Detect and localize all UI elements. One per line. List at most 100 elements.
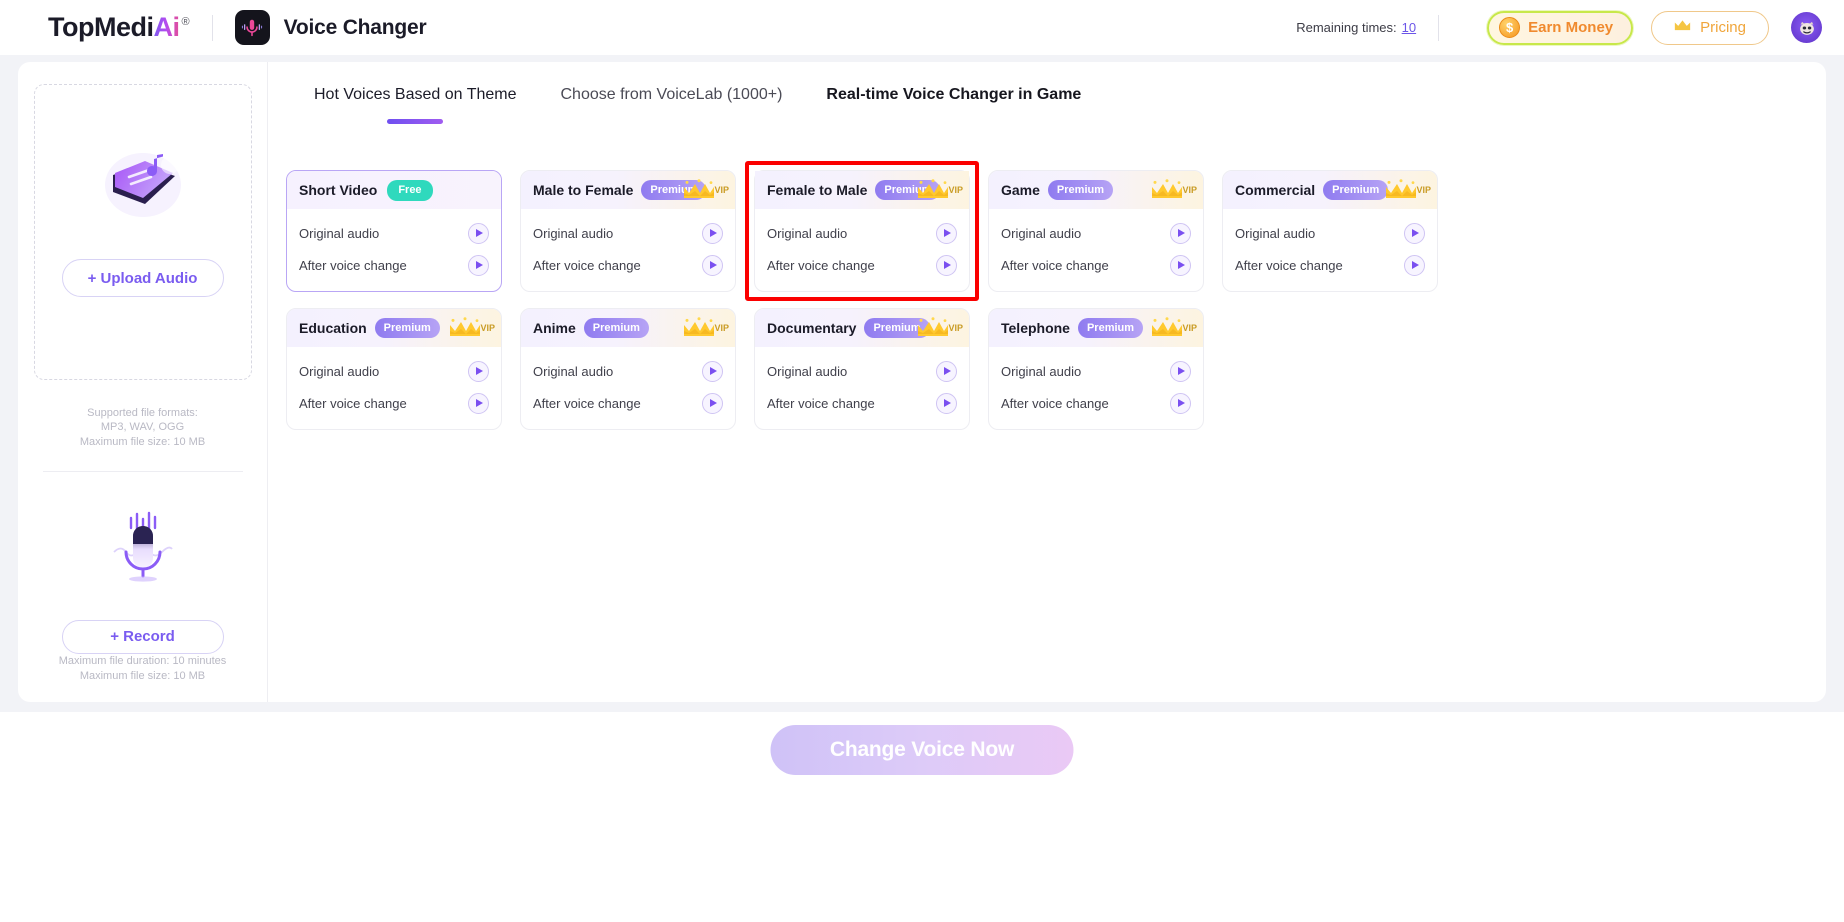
record-button[interactable]: + Record [61,619,224,655]
coin-icon: $ [1499,17,1521,38]
play-original-audio-button[interactable] [1170,360,1191,382]
play-original-audio-button[interactable] [468,222,489,244]
play-after-voice-change-button[interactable] [702,254,723,276]
crown-icon [684,317,715,336]
play-original-audio-button[interactable] [468,360,489,382]
play-original-audio-button[interactable] [1404,222,1425,244]
tab-real-time-voice-changer-in-game[interactable]: Real-time Voice Changer in Game [804,62,1103,104]
premium-badge: Premium [1323,180,1389,200]
play-after-voice-change-button[interactable] [468,392,489,414]
formats-line-1: Supported file formats: [87,407,198,420]
brand-logo-text: TopMediAi [48,12,180,42]
voice-card-header: Anime Premium VIP [521,309,735,347]
page-title: Voice Changer [283,15,427,39]
play-icon [476,367,483,375]
play-icon [1178,261,1185,269]
play-after-voice-change-button[interactable] [1170,254,1191,276]
voice-content-area: Hot Voices Based on Theme Choose from Voi… [268,62,1826,702]
pricing-button[interactable]: Pricing [1651,10,1769,45]
microphone-waveform-icon [100,506,186,592]
after-voice-change-row: After voice change [287,387,501,419]
main-panel: + Upload Audio Supported file formats: M… [18,62,1826,702]
play-after-voice-change-button[interactable] [468,254,489,276]
original-audio-row: Original audio [521,355,735,387]
voice-card-short-video[interactable]: Short Video Free Original audio After voice… [286,170,502,292]
voice-card-header: Game Premium VIP [989,171,1203,209]
voice-card-header: Documentary Premium VIP [755,309,969,347]
crown-icon [1386,179,1417,198]
voice-card-male-to-female[interactable]: Male to Female Premium VIP Original audio Af… [520,170,736,292]
vip-label: VIP [480,323,495,333]
play-icon [944,261,951,269]
voice-card-telephone[interactable]: Telephone Premium VIP Original audio After v… [988,308,1204,430]
voice-card-body: Original audio After voice change [989,347,1203,429]
header-actions: Remaining times: 10 $ Earn Money Pricing [1296,10,1822,45]
play-original-audio-button[interactable] [936,360,957,382]
play-after-voice-change-button[interactable] [936,392,957,414]
duration-line-2: Maximum file size: 10 MB [79,670,206,683]
voice-card-title: Telephone [1001,320,1070,336]
crown-icon [1152,179,1183,198]
voice-card-header: Female to Male Premium VIP [755,171,969,209]
upload-audio-button[interactable]: + Upload Audio [61,259,224,297]
remaining-times-value[interactable]: 10 [1402,20,1416,35]
play-after-voice-change-button[interactable] [1404,254,1425,276]
header-divider-2 [1438,14,1440,41]
brand-logo[interactable]: TopMediAi ® [48,14,190,41]
remaining-times-label: Remaining times: [1296,20,1397,35]
audio-dropzone[interactable]: + Upload Audio [33,84,252,381]
voice-card-title: Female to Male [767,182,868,198]
play-icon [944,229,951,237]
after-voice-change-label: After voice change [1001,395,1109,411]
tab-choose-from-voicelab-1000[interactable]: Choose from VoiceLab (1000+) [539,62,805,104]
vip-crown-badge: VIP [1150,179,1197,201]
voice-card-documentary[interactable]: Documentary Premium VIP Original audio After… [754,308,970,430]
voice-card-commercial[interactable]: Commercial Premium VIP Original audio After … [1222,170,1438,292]
voice-card-anime[interactable]: Anime Premium VIP Original audio After voice… [520,308,736,430]
brand-name-main: TopMedi [48,12,154,42]
play-original-audio-button[interactable] [702,222,723,244]
sidebar-divider [42,470,243,472]
play-after-voice-change-button[interactable] [1170,392,1191,414]
earn-money-button[interactable]: $ Earn Money [1487,10,1634,45]
voice-card-header: Telephone Premium VIP [989,309,1203,347]
voice-card-body: Original audio After voice change [755,209,969,291]
voice-card-female-to-male[interactable]: Female to Male Premium VIP Original audio Af… [745,161,979,301]
original-audio-row: Original audio [287,217,501,249]
play-icon [476,261,483,269]
top-header-bar: TopMediAi ® Voice Changer Remaining time… [0,0,1844,55]
upload-sidebar: + Upload Audio Supported file formats: M… [18,62,268,702]
after-voice-change-label: After voice change [299,257,407,273]
play-icon [710,261,717,269]
play-original-audio-button[interactable] [936,222,957,244]
voice-card-education[interactable]: Education Premium VIP Original audio After v… [286,308,502,430]
supported-formats-hint: Supported file formats: MP3, WAV, OGG Ma… [80,406,205,448]
vip-label: VIP [948,185,963,195]
tab-label: Choose from VoiceLab (1000+) [560,86,783,103]
voice-card-header: Short Video Free [287,171,501,209]
vip-crown-badge: VIP [916,179,963,201]
header-divider [211,14,213,41]
registered-mark: ® [181,16,190,28]
after-voice-change-label: After voice change [533,395,641,411]
premium-badge: Premium [583,318,649,338]
play-after-voice-change-button[interactable] [936,254,957,276]
vip-label: VIP [948,323,963,333]
vip-label: VIP [714,185,729,195]
after-voice-change-row: After voice change [1223,249,1437,281]
original-audio-label: Original audio [767,225,848,241]
voice-card-game[interactable]: Game Premium VIP Original audio After voice … [988,170,1204,292]
formats-line-3: Maximum file size: 10 MB [79,435,206,448]
original-audio-row: Original audio [989,217,1203,249]
tab-hot-voices-based-on-theme[interactable]: Hot Voices Based on Theme [292,62,539,124]
active-tab-indicator [387,119,444,124]
play-after-voice-change-button[interactable] [702,392,723,414]
after-voice-change-label: After voice change [533,257,641,273]
user-avatar[interactable] [1791,12,1822,43]
vip-crown-badge: VIP [1384,179,1431,201]
after-voice-change-label: After voice change [1235,257,1343,273]
play-original-audio-button[interactable] [1170,222,1191,244]
original-audio-row: Original audio [989,355,1203,387]
change-voice-now-button[interactable]: Change Voice Now [770,725,1074,775]
play-original-audio-button[interactable] [702,360,723,382]
